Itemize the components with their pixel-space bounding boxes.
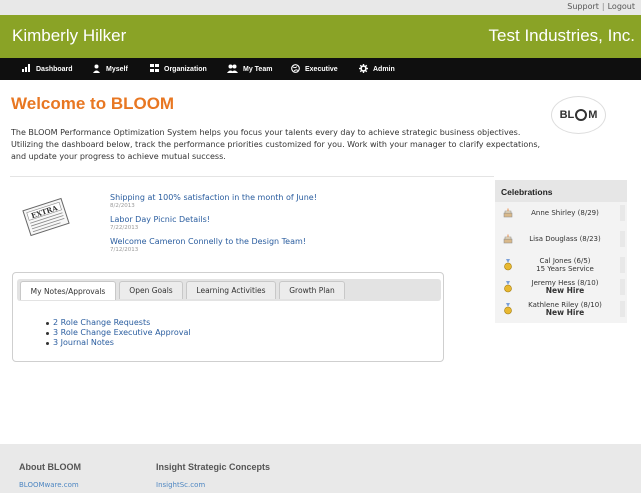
company-name: Test Industries, Inc. — [488, 26, 635, 45]
footer-heading: Insight Strategic Concepts — [156, 462, 271, 472]
nav-label: My Team — [243, 65, 273, 73]
news-title[interactable]: Shipping at 100% satisfaction in the mon… — [110, 193, 317, 202]
news-item[interactable]: Shipping at 100% satisfaction in the mon… — [110, 193, 317, 209]
nav-label: Admin — [373, 65, 395, 73]
celebration-text: Jeremy Hess (8/10) New Hire — [521, 279, 609, 295]
gear-icon — [359, 63, 368, 75]
nav-admin[interactable]: Admin — [359, 58, 395, 80]
logo-text-right: M — [588, 109, 598, 121]
logout-link[interactable]: Logout — [608, 2, 635, 11]
news-item[interactable]: Welcome Cameron Connelly to the Design T… — [110, 237, 306, 253]
medal-icon — [503, 281, 513, 293]
news-date: 7/22/2013 — [110, 225, 139, 231]
person-icon — [92, 64, 101, 75]
row-marker — [620, 279, 625, 295]
support-link[interactable]: Support — [567, 2, 599, 11]
celebrations-panel: Celebrations Anne Shirley (8/29) Lisa Do… — [495, 180, 627, 323]
footer-col-about: About BLOOM BLOOMware.com — [19, 462, 81, 489]
nav-organization[interactable]: Organization — [150, 58, 207, 80]
app-header: Kimberly Hilker Test Industries, Inc. — [0, 15, 641, 58]
globe-icon — [291, 63, 300, 75]
nav-label: Executive — [305, 65, 338, 73]
news-title[interactable]: Welcome Cameron Connelly to the Design T… — [110, 237, 306, 246]
nav-label: Myself — [106, 65, 128, 73]
footer-link[interactable]: InsightSc.com — [156, 481, 270, 489]
footer-link[interactable]: BLOOMware.com — [19, 481, 81, 489]
tab-open-goals[interactable]: Open Goals — [119, 281, 183, 299]
celebration-text: Kathlene Riley (8/10) New Hire — [521, 301, 609, 317]
nav-label: Organization — [164, 65, 207, 73]
footer-heading: About BLOOM — [19, 462, 81, 472]
news-date: 7/12/2013 — [110, 247, 139, 253]
medal-icon — [503, 303, 513, 315]
tab-growth-plan[interactable]: Growth Plan — [279, 281, 345, 299]
bar-chart-icon — [22, 64, 31, 74]
celebration-sub: New Hire — [545, 286, 585, 295]
celebrations-title: Celebrations — [495, 180, 627, 202]
bloom-logo: BL M — [551, 96, 606, 134]
notes-link[interactable]: 3 Role Change Executive Approval — [53, 328, 191, 337]
row-marker — [620, 301, 625, 317]
utility-links: Support | Logout — [567, 2, 635, 11]
section-divider — [10, 176, 494, 177]
nav-my-team[interactable]: My Team — [227, 58, 272, 80]
list-item: 2 Role Change Requests — [46, 318, 191, 328]
cake-icon — [503, 208, 513, 218]
row-marker — [620, 231, 625, 247]
logo-o-icon — [575, 109, 588, 121]
page-footer: About BLOOM BLOOMware.com Insight Strate… — [0, 444, 641, 493]
list-item: 3 Journal Notes — [46, 338, 191, 348]
row-marker — [620, 257, 625, 273]
celebration-text: Lisa Douglass (8/23) — [529, 235, 601, 243]
cake-icon — [503, 234, 513, 244]
notes-link[interactable]: 2 Role Change Requests — [53, 318, 150, 327]
celebration-name: Cal Jones (6/5) — [539, 257, 591, 265]
tab-learning-activities[interactable]: Learning Activities — [186, 281, 276, 299]
newspaper-icon: EXTRA — [18, 196, 74, 238]
page-title: Welcome to BLOOM — [11, 94, 175, 113]
org-chart-icon — [150, 64, 159, 74]
tab-my-notes-approvals[interactable]: My Notes/Approvals — [20, 281, 116, 300]
team-icon — [227, 64, 238, 75]
notes-list: 2 Role Change Requests 3 Role Change Exe… — [46, 318, 191, 348]
medal-icon — [503, 259, 513, 271]
intro-text: The BLOOM Performance Optimization Syste… — [11, 128, 541, 161]
utility-separator: | — [601, 2, 605, 11]
row-marker — [620, 205, 625, 221]
nav-label: Dashboard — [36, 65, 73, 73]
celebration-text: Cal Jones (6/5) 15 Years Service — [521, 257, 609, 273]
nav-myself[interactable]: Myself — [92, 58, 128, 80]
utility-bar: Support | Logout — [0, 0, 641, 15]
list-item: 3 Role Change Executive Approval — [46, 328, 191, 338]
celebration-sub: New Hire — [545, 308, 585, 317]
nav-executive[interactable]: Executive — [291, 58, 338, 80]
main-nav: Dashboard Myself Organization My Team Ex… — [0, 58, 641, 80]
news-title[interactable]: Labor Day Picnic Details! — [110, 215, 210, 224]
celebration-sub: 15 Years Service — [536, 265, 594, 273]
notes-link[interactable]: 3 Journal Notes — [53, 338, 114, 347]
user-name: Kimberly Hilker — [12, 26, 127, 45]
footer-col-insight: Insight Strategic Concepts InsightSc.com — [156, 462, 270, 489]
logo-text-left: BL — [559, 109, 575, 121]
news-date: 8/2/2013 — [110, 203, 135, 209]
celebration-text: Anne Shirley (8/29) — [531, 209, 599, 217]
nav-dashboard[interactable]: Dashboard — [22, 58, 73, 80]
news-item[interactable]: Labor Day Picnic Details! 7/22/2013 — [110, 215, 210, 231]
